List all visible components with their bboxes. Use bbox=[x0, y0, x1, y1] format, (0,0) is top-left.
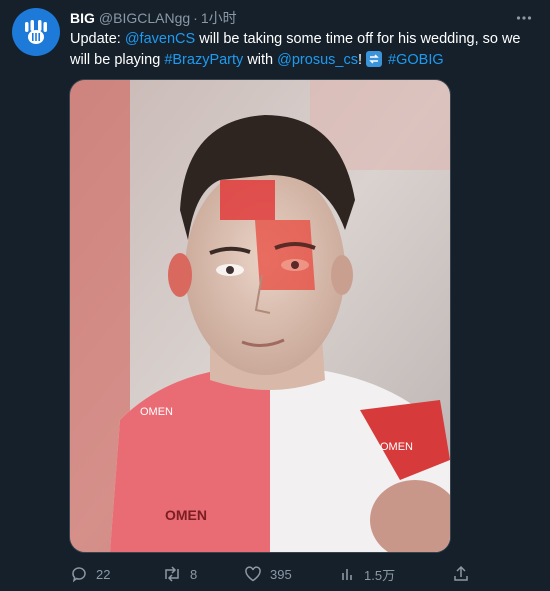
hashtag-link-brazyparty[interactable]: #BrazyParty bbox=[164, 52, 243, 68]
avatar[interactable] bbox=[12, 8, 60, 56]
tweet-card[interactable]: BIG @BIGCLANgg · 1小时 Update: @favenCS will … bbox=[0, 0, 550, 591]
retweet-icon bbox=[162, 565, 182, 583]
tweet-header: BIG @BIGCLANgg · 1小时 bbox=[70, 9, 510, 27]
tweet-text: Update: @favenCS will be taking some tim… bbox=[70, 29, 538, 71]
views-count: 1.5万 bbox=[364, 567, 396, 583]
mention-link-prosus[interactable]: @prosus_cs bbox=[277, 52, 358, 68]
reply-icon bbox=[70, 565, 88, 583]
retweet-count: 8 bbox=[190, 566, 198, 582]
mention-link-faven[interactable]: @favenCS bbox=[125, 31, 195, 47]
repeat-emoji-icon bbox=[366, 51, 383, 67]
tweet-photo[interactable]: OMEN OMEN OMEN bbox=[69, 79, 451, 553]
tweet-actions: 22 8 395 1.5万 bbox=[70, 562, 540, 586]
tweet-time[interactable]: 1小时 bbox=[201, 10, 237, 26]
big-paw-logo-icon bbox=[25, 20, 47, 44]
separator-dot: · bbox=[193, 10, 198, 26]
like-button[interactable]: 395 bbox=[244, 565, 340, 583]
reply-count: 22 bbox=[96, 566, 111, 582]
author-handle[interactable]: @BIGCLANgg bbox=[99, 10, 190, 26]
more-icon bbox=[516, 16, 532, 20]
author-name[interactable]: BIG bbox=[70, 10, 95, 26]
svg-text:OMEN: OMEN bbox=[380, 441, 413, 453]
svg-text:OMEN: OMEN bbox=[165, 507, 207, 523]
share-icon bbox=[452, 565, 470, 583]
like-count: 395 bbox=[270, 566, 292, 582]
reply-button[interactable]: 22 bbox=[70, 565, 162, 583]
svg-text:OMEN: OMEN bbox=[140, 406, 173, 418]
text-segment: Update: bbox=[70, 31, 125, 47]
like-icon bbox=[244, 565, 262, 583]
hashtag-link-gobig[interactable]: #GOBIG bbox=[388, 52, 444, 68]
more-button[interactable] bbox=[512, 6, 536, 30]
share-button[interactable] bbox=[452, 565, 470, 583]
retweet-button[interactable]: 8 bbox=[162, 565, 244, 583]
views-icon bbox=[340, 566, 356, 582]
views-button[interactable]: 1.5万 bbox=[340, 565, 452, 584]
text-segment: with bbox=[243, 52, 278, 68]
text-segment: ! bbox=[357, 52, 367, 68]
player-portrait-image: OMEN OMEN OMEN bbox=[70, 80, 450, 552]
